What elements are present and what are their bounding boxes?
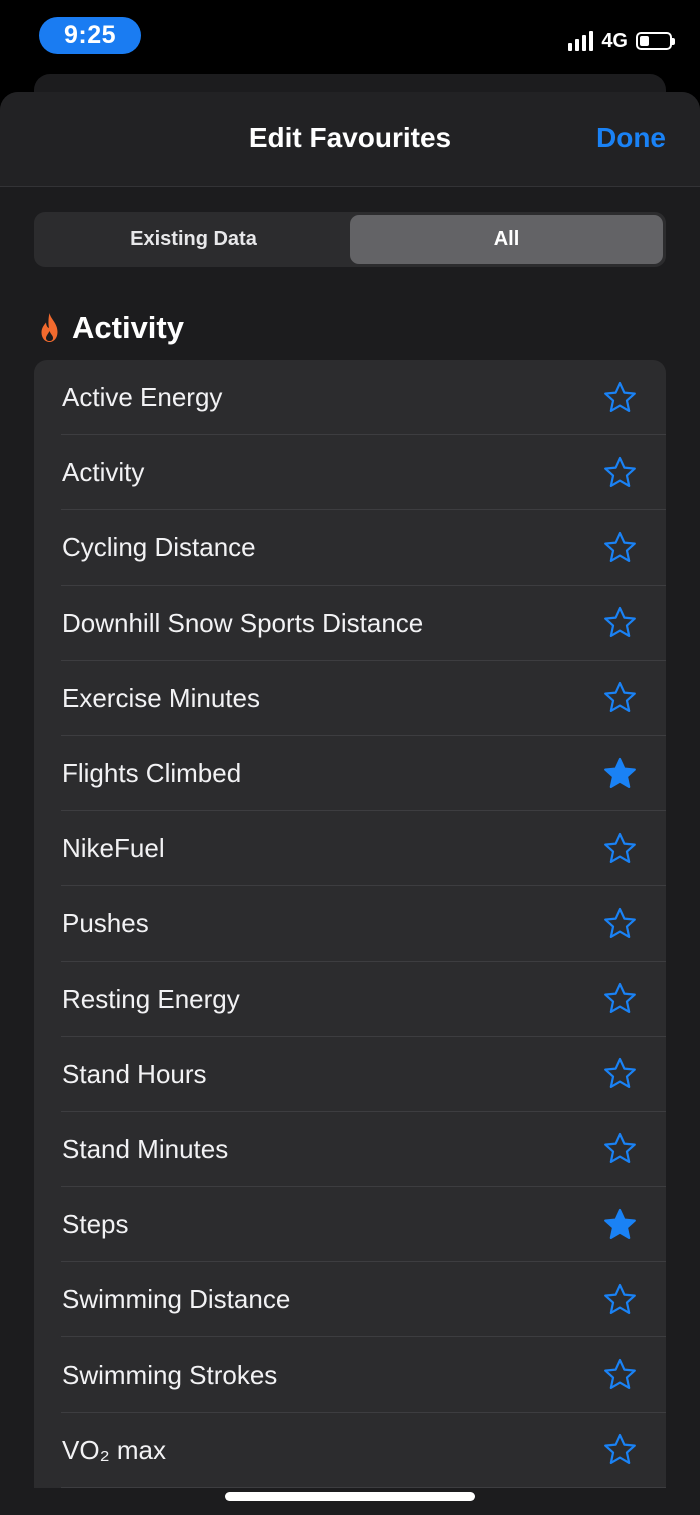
star-icon[interactable]: [602, 1056, 638, 1092]
star-icon[interactable]: [602, 1131, 638, 1167]
list-item[interactable]: NikeFuel: [34, 811, 666, 887]
star-icon[interactable]: [602, 530, 638, 566]
battery-icon: [636, 32, 675, 50]
star-icon[interactable]: [602, 981, 638, 1017]
list-item-label: Stand Hours: [62, 1058, 207, 1089]
list-item-label: Exercise Minutes: [62, 682, 260, 713]
list-item[interactable]: Activity: [34, 435, 666, 511]
star-icon[interactable]: [602, 1357, 638, 1393]
list-item-label: VO₂ max: [62, 1434, 166, 1465]
list-item[interactable]: Swimming Strokes: [34, 1337, 666, 1413]
list-item-label: Swimming Strokes: [62, 1359, 278, 1390]
star-icon[interactable]: [602, 1282, 638, 1318]
list-item[interactable]: Cycling Distance: [34, 510, 666, 586]
list-item[interactable]: Steps: [34, 1187, 666, 1263]
sheet-header: Edit Favourites Done: [0, 92, 700, 187]
flame-icon: [41, 313, 58, 342]
list-item-label: Downhill Snow Sports Distance: [62, 607, 424, 638]
screen: 9:25 4G Edit Favourites Done Existing Da…: [0, 0, 700, 1515]
list-item-label: Swimming Distance: [62, 1284, 291, 1315]
list-item[interactable]: Flights Climbed: [34, 736, 666, 812]
list-item[interactable]: Active Energy: [34, 360, 666, 436]
segmented-control: Existing Data All: [34, 212, 666, 267]
sheet-title: Edit Favourites: [248, 122, 452, 153]
list-item-label: Steps: [62, 1209, 129, 1240]
list-item-label: Pushes: [62, 908, 149, 939]
list-item-label: Resting Energy: [62, 983, 240, 1014]
status-time[interactable]: 9:25: [39, 17, 141, 54]
star-icon[interactable]: [602, 1432, 638, 1468]
home-indicator[interactable]: [225, 1492, 475, 1501]
star-icon[interactable]: [602, 906, 638, 942]
list-item[interactable]: Stand Minutes: [34, 1112, 666, 1188]
list-item[interactable]: VO₂ max: [34, 1413, 666, 1488]
list-item[interactable]: Stand Hours: [34, 1037, 666, 1113]
activity-list: Active Energy Activity Cycling Distance Dow…: [34, 360, 666, 1488]
list-item-label: NikeFuel: [62, 833, 165, 864]
edit-favourites-sheet: Edit Favourites Done Existing Data All A…: [0, 92, 700, 1515]
star-icon[interactable]: [602, 831, 638, 867]
list-item[interactable]: Pushes: [34, 886, 666, 962]
list-item[interactable]: Exercise Minutes: [34, 661, 666, 737]
list-item[interactable]: Downhill Snow Sports Distance: [34, 586, 666, 661]
segment-existing-data[interactable]: Existing Data: [37, 215, 350, 264]
section-header-activity: Activity: [37, 310, 184, 346]
status-bar: 9:25 4G: [0, 0, 700, 72]
network-label: 4G: [601, 29, 628, 52]
star-filled-icon[interactable]: [602, 756, 638, 792]
star-icon[interactable]: [602, 455, 638, 491]
list-item-label: Stand Minutes: [62, 1133, 229, 1164]
list-item[interactable]: Resting Energy: [34, 962, 666, 1037]
list-item-label: Active Energy: [62, 382, 223, 413]
star-icon[interactable]: [602, 380, 638, 416]
star-icon[interactable]: [602, 605, 638, 641]
segment-all[interactable]: All: [350, 215, 663, 264]
section-title: Activity: [72, 310, 184, 345]
list-item-label: Flights Climbed: [62, 758, 242, 789]
list-item-label: Cycling Distance: [62, 532, 256, 563]
list-item[interactable]: Swimming Distance: [34, 1262, 666, 1338]
status-indicators: 4G: [568, 28, 675, 54]
star-filled-icon[interactable]: [602, 1207, 638, 1243]
signal-icon: [568, 31, 594, 51]
done-button[interactable]: Done: [596, 122, 666, 154]
star-icon[interactable]: [602, 680, 638, 716]
list-item-label: Activity: [62, 457, 145, 488]
